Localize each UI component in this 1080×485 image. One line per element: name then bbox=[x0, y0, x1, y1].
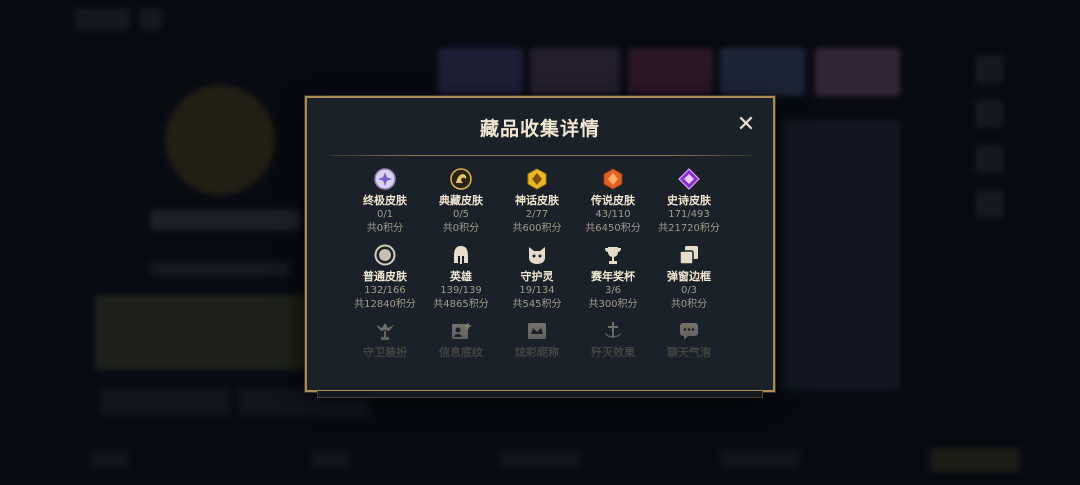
guardian-cat-icon bbox=[529, 247, 545, 264]
mythic-skin-icon bbox=[527, 168, 547, 190]
collection-details-modal: 藏品收集详情 ✕ 终极皮肤 0/1 共0积分 典藏皮肤 0/5 共0积分 神话皮… bbox=[305, 96, 775, 398]
item-label: 神话皮肤 bbox=[515, 194, 559, 207]
ward-skin-icon bbox=[376, 323, 394, 340]
collection-item-prestige-skin: 典藏皮肤 0/5 共0积分 bbox=[423, 168, 499, 236]
item-count: 139/139 bbox=[440, 285, 482, 296]
item-label: 弹窗边框 bbox=[667, 270, 711, 283]
collection-item-elimination-effect: 歼灭效果 bbox=[575, 320, 651, 388]
ultimate-skin-icon bbox=[374, 168, 396, 190]
item-label: 守护灵 bbox=[520, 270, 554, 283]
item-label: 典藏皮肤 bbox=[439, 194, 483, 207]
collection-item-legendary-skin: 传说皮肤 43/110 共6450积分 bbox=[575, 168, 651, 236]
item-points: 共4865积分 bbox=[433, 299, 489, 310]
item-label: 聊天气泡 bbox=[667, 346, 711, 359]
item-label: 传说皮肤 bbox=[591, 194, 635, 207]
collection-item-profile-banner: 信息底纹 bbox=[423, 320, 499, 388]
chat-bubble-icon bbox=[680, 323, 698, 340]
item-label: 史诗皮肤 bbox=[667, 194, 711, 207]
item-count: 3/6 bbox=[604, 285, 622, 296]
item-points: 共12840积分 bbox=[354, 299, 416, 310]
collection-item-chat-bubble: 聊天气泡 bbox=[651, 320, 727, 388]
item-label: 歼灭效果 bbox=[591, 346, 635, 359]
item-label: 守卫装扮 bbox=[363, 346, 407, 359]
item-count: 0/5 bbox=[452, 209, 470, 220]
season-trophy-icon bbox=[605, 247, 621, 264]
collection-item-season-trophy: 赛年奖杯 3/6 共300积分 bbox=[575, 244, 651, 312]
item-count: 171/493 bbox=[668, 209, 710, 220]
item-points: 共0积分 bbox=[366, 223, 404, 234]
collection-item-epic-skin: 史诗皮肤 171/493 共21720积分 bbox=[651, 168, 727, 236]
close-icon[interactable]: ✕ bbox=[735, 114, 757, 136]
item-points: 共300积分 bbox=[588, 299, 638, 310]
collection-item-colorful-nickname: 炫彩昵称 bbox=[499, 320, 575, 388]
item-label: 信息底纹 bbox=[439, 346, 483, 359]
item-points: 共545积分 bbox=[512, 299, 562, 310]
item-points: 共21720积分 bbox=[658, 223, 720, 234]
item-count: 19/134 bbox=[519, 285, 555, 296]
collection-item-ward-skin: 守卫装扮 bbox=[347, 320, 423, 388]
collection-item-mythic-skin: 神话皮肤 2/77 共600积分 bbox=[499, 168, 575, 236]
profile-banner-icon bbox=[452, 322, 472, 339]
collection-item-popup-frame: 弹窗边框 0/3 共0积分 bbox=[651, 244, 727, 312]
item-label: 终极皮肤 bbox=[363, 194, 407, 207]
standard-skin-icon bbox=[374, 244, 396, 266]
collection-item-ultimate-skin: 终极皮肤 0/1 共0积分 bbox=[347, 168, 423, 236]
epic-skin-icon bbox=[678, 168, 700, 190]
collection-item-guardian: 守护灵 19/134 共545积分 bbox=[499, 244, 575, 312]
item-label: 英雄 bbox=[450, 270, 472, 283]
item-count: 2/77 bbox=[525, 209, 549, 220]
item-count: 43/110 bbox=[595, 209, 631, 220]
legendary-skin-icon bbox=[603, 168, 623, 190]
item-points: 共0积分 bbox=[442, 223, 480, 234]
collection-grid: 终极皮肤 0/1 共0积分 典藏皮肤 0/5 共0积分 神话皮肤 2/77 共6… bbox=[347, 168, 727, 388]
elimination-effect-icon bbox=[605, 322, 621, 338]
item-label: 普通皮肤 bbox=[363, 270, 407, 283]
modal-title: 藏品收集详情 bbox=[479, 118, 600, 140]
item-count: 132/166 bbox=[364, 285, 406, 296]
item-count: 0/3 bbox=[680, 285, 698, 296]
item-label: 炫彩昵称 bbox=[515, 346, 559, 359]
item-points: 共0积分 bbox=[670, 299, 708, 310]
title-divider bbox=[330, 155, 752, 156]
item-points: 共6450积分 bbox=[585, 223, 641, 234]
prestige-skin-icon bbox=[450, 168, 472, 190]
colorful-nickname-icon bbox=[528, 323, 546, 339]
collection-item-champion: 英雄 139/139 共4865积分 bbox=[423, 244, 499, 312]
champion-helmet-icon bbox=[454, 246, 468, 264]
item-points: 共600积分 bbox=[512, 223, 562, 234]
collection-item-standard-skin: 普通皮肤 132/166 共12840积分 bbox=[347, 244, 423, 312]
item-count: 0/1 bbox=[376, 209, 394, 220]
item-label: 赛年奖杯 bbox=[591, 270, 635, 283]
popup-frame-icon bbox=[679, 246, 698, 265]
